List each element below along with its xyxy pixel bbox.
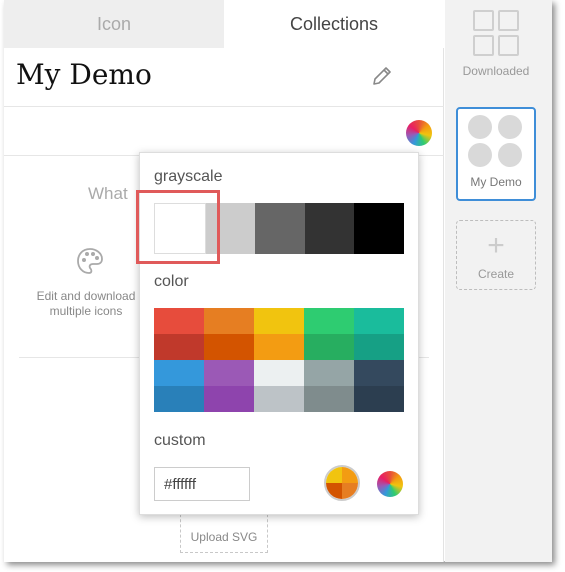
- color-swatch[interactable]: [204, 360, 254, 386]
- grayscale-swatch[interactable]: [154, 203, 206, 254]
- collection-title: My Demo: [16, 58, 152, 91]
- sidebar-item-label: Downloaded: [462, 64, 530, 78]
- grayscale-heading: grayscale: [154, 168, 223, 185]
- tab-icon[interactable]: Icon: [4, 0, 224, 48]
- pencil-icon[interactable]: [370, 64, 394, 88]
- grayscale-swatch[interactable]: [255, 203, 305, 254]
- color-swatch[interactable]: [304, 334, 354, 360]
- grayscale-swatch[interactable]: [304, 203, 355, 254]
- sidebar-item-label: My Demo: [470, 175, 522, 189]
- downloaded-thumbnail: [473, 10, 519, 56]
- custom-heading: custom: [154, 432, 206, 449]
- tab-collections[interactable]: Collections: [224, 0, 444, 48]
- sidebar-item-my-demo[interactable]: My Demo: [456, 107, 536, 201]
- color-picker-popup: grayscale color custom: [136, 152, 419, 515]
- color-swatch[interactable]: [154, 334, 204, 360]
- color-swatch[interactable]: [354, 334, 404, 360]
- plus-icon: +: [487, 229, 505, 262]
- color-swatch[interactable]: [154, 308, 204, 334]
- color-swatch[interactable]: [254, 360, 304, 386]
- palette-icon: [77, 248, 103, 274]
- empty-state-heading: What: [88, 184, 128, 203]
- color-heading: color: [154, 273, 189, 290]
- app-window: Icon Collections My Demo What Edit and d…: [4, 0, 552, 562]
- tab-bar: Icon Collections: [4, 0, 444, 48]
- color-swatch[interactable]: [354, 308, 404, 334]
- sidebar-item-label: Create: [477, 267, 515, 281]
- custom-color-preview[interactable]: [324, 465, 360, 501]
- sidebar-item-create[interactable]: + Create: [456, 220, 536, 290]
- color-swatch[interactable]: [154, 360, 204, 386]
- grayscale-swatch[interactable]: [205, 203, 256, 254]
- empty-state-caption: Edit and download multiple icons: [36, 289, 136, 318]
- color-swatch[interactable]: [254, 334, 304, 360]
- divider: [4, 106, 444, 107]
- color-swatch[interactable]: [354, 360, 404, 386]
- color-swatch[interactable]: [204, 386, 254, 412]
- color-swatch[interactable]: [304, 308, 354, 334]
- color-swatch[interactable]: [254, 308, 304, 334]
- grayscale-swatches: [154, 203, 404, 254]
- color-swatch[interactable]: [304, 360, 354, 386]
- upload-svg-button[interactable]: Upload SVG: [180, 509, 268, 553]
- color-swatches: [154, 308, 404, 412]
- sidebar-item-downloaded[interactable]: Downloaded: [456, 10, 536, 90]
- color-wheel-icon[interactable]: [406, 120, 432, 146]
- my-demo-thumbnail: [468, 115, 524, 167]
- color-swatch[interactable]: [354, 386, 404, 412]
- color-wheel-icon[interactable]: [377, 471, 403, 497]
- color-swatch[interactable]: [304, 386, 354, 412]
- custom-color-input[interactable]: [154, 467, 250, 501]
- color-swatch[interactable]: [254, 386, 304, 412]
- color-swatch[interactable]: [204, 308, 254, 334]
- collections-sidebar: Downloaded My Demo + Create: [445, 0, 552, 562]
- color-swatch[interactable]: [204, 334, 254, 360]
- color-swatch[interactable]: [154, 386, 204, 412]
- grayscale-swatch[interactable]: [354, 203, 404, 254]
